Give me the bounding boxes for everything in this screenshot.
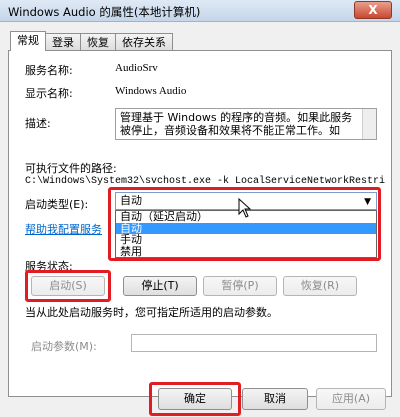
tab-logon[interactable]: 登录 bbox=[45, 33, 81, 51]
exe-path-value: C:\Windows\System32\svchost.exe -k Local… bbox=[25, 176, 386, 187]
service-name-value: AudioSrv bbox=[115, 62, 158, 74]
apply-button[interactable]: 应用(A) bbox=[316, 388, 386, 410]
stop-button[interactable]: 停止(T) bbox=[123, 276, 197, 296]
start-params-label: 启动参数(M): bbox=[31, 340, 97, 353]
hint-text: 当从此处启动服务时，您可指定所适用的启动参数。 bbox=[25, 306, 278, 319]
description-label: 描述: bbox=[25, 117, 51, 130]
mouse-cursor-icon bbox=[238, 198, 252, 218]
description-box[interactable]: 管理基于 Windows 的程序的音频。如果此服务被停止，音频设备和效果将不能正… bbox=[115, 108, 377, 140]
resume-button[interactable]: 恢复(R) bbox=[283, 276, 357, 296]
tab-dependencies[interactable]: 依存关系 bbox=[115, 33, 173, 51]
ok-button-highlight bbox=[149, 382, 241, 416]
cancel-button[interactable]: 取消 bbox=[242, 388, 308, 410]
service-name-label: 服务名称: bbox=[25, 64, 73, 77]
help-configure-link[interactable]: 帮助我配置服务 bbox=[25, 221, 102, 237]
dialog-frame: 常规 登录 恢复 依存关系 服务名称: AudioSrv 显示名称: Windo… bbox=[0, 22, 400, 417]
close-button[interactable]: X bbox=[354, 1, 392, 19]
start-params-input[interactable] bbox=[131, 334, 377, 352]
exe-path-label: 可执行文件的路径: bbox=[25, 162, 117, 175]
start-button-highlight bbox=[25, 270, 111, 302]
tab-general[interactable]: 常规 bbox=[10, 31, 46, 51]
window-title: Windows Audio 的属性(本地计算机) bbox=[8, 5, 201, 19]
general-pane: 服务名称: AudioSrv 显示名称: Windows Audio 描述: 管… bbox=[8, 50, 392, 397]
startup-type-label: 启动类型(E): bbox=[25, 198, 89, 211]
title-bar: Windows Audio 的属性(本地计算机) X bbox=[0, 0, 400, 22]
tab-bar: 常规 登录 恢复 依存关系 bbox=[10, 31, 173, 51]
pause-button[interactable]: 暂停(P) bbox=[203, 276, 277, 296]
description-scrollbar[interactable] bbox=[362, 109, 376, 139]
display-name-label: 显示名称: bbox=[25, 87, 73, 100]
close-icon: X bbox=[368, 3, 378, 17]
display-name-value: Windows Audio bbox=[115, 85, 187, 97]
tab-recovery[interactable]: 恢复 bbox=[80, 33, 116, 51]
description-text: 管理基于 Windows 的程序的音频。如果此服务被停止，音频设备和效果将不能正… bbox=[120, 111, 353, 137]
